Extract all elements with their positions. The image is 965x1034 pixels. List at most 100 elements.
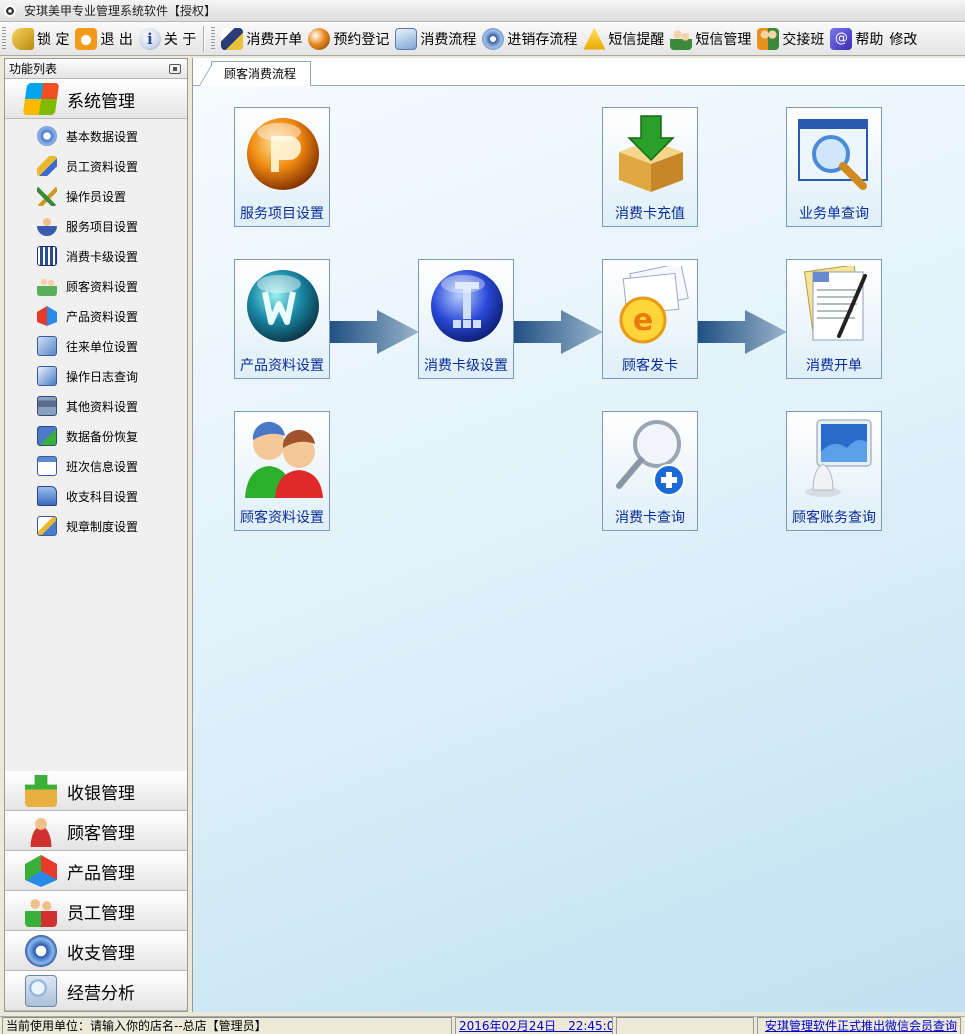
- people-swap-icon: [757, 27, 780, 50]
- tile-card-query[interactable]: 消费卡查询: [602, 411, 698, 531]
- sidebar-item-product-data[interactable]: 产品资料设置: [5, 301, 187, 331]
- section-label: 收银管理: [67, 783, 135, 804]
- status-notice-link[interactable]: 安琪管理软件正式推出微信会员查询: [757, 1017, 961, 1034]
- sidebar-item-label: 操作员设置: [66, 189, 127, 204]
- appointment-button[interactable]: 预约登记: [305, 24, 392, 54]
- tile-issue-card[interactable]: e 顾客发卡: [602, 259, 698, 379]
- status-current-unit: 当前使用单位：请输入你的店名--总店【管理员】: [2, 1017, 452, 1034]
- sms-reminder-button[interactable]: 短信提醒: [580, 24, 667, 54]
- sidebar-item-basic-data[interactable]: 基本数据设置: [5, 121, 187, 151]
- help-button[interactable]: @ 帮助: [827, 24, 886, 54]
- tile-customer-setup[interactable]: 顾客资料设置: [234, 411, 330, 531]
- sidebar-item-rules[interactable]: 规章制度设置: [5, 511, 187, 541]
- tab-label: 顾客消费流程: [224, 67, 297, 81]
- shift-handover-button[interactable]: 交接班: [754, 24, 827, 54]
- consume-flow-button[interactable]: 消费流程: [392, 24, 479, 54]
- box-download-icon: [619, 115, 683, 192]
- section-label: 顾客管理: [67, 823, 135, 844]
- lock-label: 锁 定: [37, 31, 70, 48]
- gear-icon: [37, 126, 57, 146]
- person-service-icon: [37, 216, 57, 236]
- cubes-icon: [37, 306, 57, 326]
- sidebar-item-label: 其他资料设置: [66, 399, 139, 414]
- sidebar-title: 功能列表: [9, 62, 58, 76]
- help-label: 帮助: [855, 31, 884, 48]
- sidebar-item-label: 员工资料设置: [66, 159, 139, 174]
- status-empty-cell: [616, 1017, 754, 1034]
- product-icon: [25, 855, 57, 887]
- sidebar-item-customer-data[interactable]: 顾客资料设置: [5, 271, 187, 301]
- sidebar-item-employee-data[interactable]: 员工资料设置: [5, 151, 187, 181]
- monitor-icon: [805, 419, 872, 497]
- svg-text:e: e: [633, 303, 653, 338]
- app-icon[interactable]: [4, 4, 16, 17]
- sidebar-item-label: 收支科目设置: [66, 489, 139, 504]
- modify-button[interactable]: 修改: [886, 24, 920, 54]
- toolbar-grip[interactable]: [2, 26, 6, 51]
- cabinet-icon: [37, 396, 57, 416]
- rules-icon: [37, 516, 57, 536]
- document-pen-icon: [803, 266, 867, 341]
- section-system-management[interactable]: 系统管理: [5, 79, 187, 119]
- tile-card-recharge[interactable]: 消费卡充值: [602, 107, 698, 227]
- inventory-flow-button[interactable]: 进销存流程: [479, 24, 580, 54]
- card-stack-icon: [395, 27, 418, 50]
- status-datetime[interactable]: 2016年02月24日 22:45:04: [455, 1017, 613, 1034]
- section-customer-management[interactable]: 顾客管理: [5, 811, 187, 851]
- tile-label: 消费卡级设置: [424, 358, 508, 374]
- service-orb-icon: [247, 118, 319, 190]
- sidebar-item-operator[interactable]: 操作员设置: [5, 181, 187, 211]
- status-bar: 当前使用单位：请输入你的店名--总店【管理员】 2016年02月24日 22:4…: [0, 1016, 965, 1034]
- tile-label: 服务项目设置: [240, 206, 324, 222]
- product-orb-icon: [247, 270, 319, 342]
- flow-arrow-1: [329, 310, 419, 354]
- section-business-analysis[interactable]: 经营分析: [5, 971, 187, 1011]
- calendar-icon: [37, 456, 57, 476]
- tile-product-setup[interactable]: 产品资料设置: [234, 259, 330, 379]
- tab-strip: 顾客消费流程: [193, 58, 965, 87]
- sidebar-item-income-expense-subjects[interactable]: 收支科目设置: [5, 481, 187, 511]
- sidebar-item-card-level[interactable]: 消费卡级设置: [5, 241, 187, 271]
- section-cashier-management[interactable]: 收银管理: [5, 771, 187, 811]
- section-product-management[interactable]: 产品管理: [5, 851, 187, 891]
- window-title: 安琪美甲专业管理系统软件【授权】: [24, 4, 217, 18]
- main-toolbar: 锁 定 退 出 i 关 于 消费开单 预约登记 消费流程 进销存流程 短信提醒 …: [0, 22, 965, 56]
- function-sidebar: 功能列表 系统管理 基本数据设置 员工资料设置 操作员设置 服务项目设置 消费卡…: [4, 58, 188, 1012]
- sms-manage-button[interactable]: 短信管理: [667, 24, 754, 54]
- tile-service-setup[interactable]: 服务项目设置: [234, 107, 330, 227]
- section-staff-management[interactable]: 员工管理: [5, 891, 187, 931]
- about-button[interactable]: i 关 于: [136, 24, 199, 54]
- sidebar-item-backup-restore[interactable]: 数据备份恢复: [5, 421, 187, 451]
- card-e-icon: e: [619, 266, 689, 344]
- lock-button[interactable]: 锁 定: [9, 24, 72, 54]
- consume-flow-label: 消费流程: [420, 31, 477, 48]
- sidebar-item-partner-units[interactable]: 往来单位设置: [5, 331, 187, 361]
- tile-order-query[interactable]: 业务单查询: [786, 107, 882, 227]
- tile-card-level[interactable]: 消费卡级设置: [418, 259, 514, 379]
- sidebar-item-other-data[interactable]: 其他资料设置: [5, 391, 187, 421]
- pin-icon[interactable]: [169, 63, 181, 74]
- flow-arrow-2: [513, 310, 603, 354]
- tile-open-order[interactable]: 消费开单: [786, 259, 882, 379]
- tab-customer-consume-flow[interactable]: 顾客消费流程: [211, 61, 312, 87]
- open-order-button[interactable]: 消费开单: [218, 24, 305, 54]
- globe-icon: [308, 27, 331, 50]
- section-label: 收支管理: [67, 943, 135, 964]
- section-finance-management[interactable]: 收支管理: [5, 931, 187, 971]
- staff-icon: [25, 895, 57, 927]
- sidebar-item-service-items[interactable]: 服务项目设置: [5, 211, 187, 241]
- tile-label: 顾客账务查询: [792, 510, 876, 526]
- sidebar-item-shift-info[interactable]: 班次信息设置: [5, 451, 187, 481]
- sidebar-header: 功能列表: [5, 59, 187, 79]
- sms-reminder-label: 短信提醒: [608, 31, 665, 48]
- inventory-flow-label: 进销存流程: [507, 31, 578, 48]
- sidebar-item-operation-log[interactable]: 操作日志查询: [5, 361, 187, 391]
- toolbar-grip-2[interactable]: [211, 26, 216, 51]
- section-label: 系统管理: [67, 91, 135, 112]
- modify-label: 修改: [889, 31, 918, 48]
- grid-card-icon: [37, 246, 57, 266]
- open-order-label: 消费开单: [246, 31, 303, 48]
- tile-account-query[interactable]: 顾客账务查询: [786, 411, 882, 531]
- exit-button[interactable]: 退 出: [72, 24, 135, 54]
- sidebar-item-label: 班次信息设置: [66, 459, 139, 474]
